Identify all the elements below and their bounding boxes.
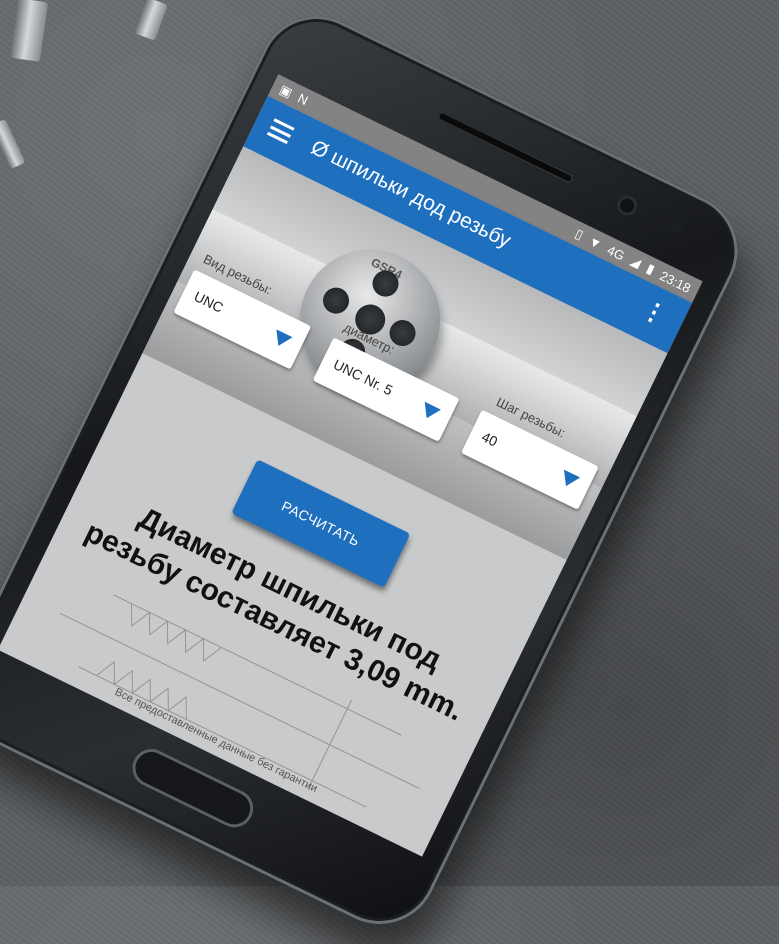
smartphone: ▣ N ▯ ▼ 4G ◢ ▮ 23:18 Ø шпильки дод резьб… xyxy=(0,0,758,944)
front-camera xyxy=(613,192,641,219)
n-notification-icon: N xyxy=(295,90,311,109)
diameter-value: UNC Nr. 5 xyxy=(330,356,396,399)
drill-bit xyxy=(0,118,26,170)
dropdown-arrow-icon xyxy=(270,329,293,350)
signal-icon: ◢ xyxy=(628,252,644,271)
app-screen: ▣ N ▯ ▼ 4G ◢ ▮ 23:18 Ø шпильки дод резьб… xyxy=(0,74,703,857)
image-notification-icon: ▣ xyxy=(277,81,295,101)
menu-icon[interactable] xyxy=(266,118,295,145)
thread-type-value: UNC xyxy=(191,288,226,316)
dropdown-arrow-icon xyxy=(557,469,581,491)
battery-icon: ▮ xyxy=(644,260,658,278)
pitch-value: 40 xyxy=(479,428,501,450)
proximity-sensor xyxy=(670,222,684,236)
wifi-icon: ▼ xyxy=(586,232,605,252)
drill-bit xyxy=(134,0,168,41)
network-type: 4G xyxy=(605,241,628,264)
vibrate-icon: ▯ xyxy=(572,225,586,243)
overflow-menu-icon[interactable]: ⋮ xyxy=(637,295,670,330)
drill-bit xyxy=(9,0,49,62)
dropdown-arrow-icon xyxy=(418,401,441,423)
